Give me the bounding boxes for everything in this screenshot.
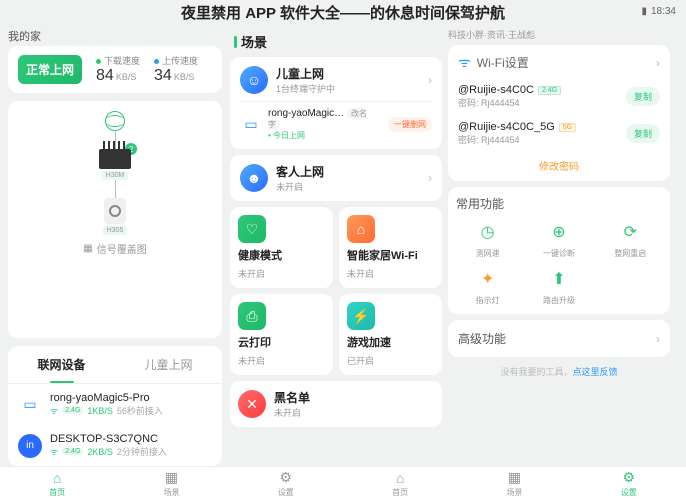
laptop-icon: ▭ [240, 114, 262, 136]
tab-linked-devices[interactable]: 联网设备 [8, 346, 115, 383]
nav-icon: ▦ [508, 469, 521, 486]
bottom-nav: ⌂ 首页 ▦ 场景 ⚙ 设置 ⌂ 首页 ▦ 场景 ⚙ 设置 [0, 466, 686, 500]
device-row[interactable]: in DESKTOP-S3C7QNC ᯤ2.4G2KB/S2分钟前接入 [8, 425, 222, 466]
camera-node[interactable]: H305 [103, 198, 128, 235]
wifi-settings-header[interactable]: ᯤ Wi-Fi设置 › [458, 53, 660, 72]
wifi-icon: ᯤ [50, 404, 58, 417]
upload-speed: 上传速度 34KB/S [154, 54, 198, 85]
nav-icon: ⚙ [280, 469, 293, 486]
section-scene: 场景 [234, 32, 442, 51]
blacklist-card[interactable]: ✕ 黑名单 未开启 [230, 381, 442, 427]
copy-button[interactable]: 复制 [626, 124, 660, 143]
delete-net-button[interactable]: 一键删网 [388, 117, 432, 132]
nav-item[interactable]: ⌂ 首页 [343, 467, 457, 500]
copy-button[interactable]: 复制 [626, 87, 660, 106]
kids-online-card[interactable]: ☺ 儿童上网 1台终端守护中 › ▭ rong-yaoMagic… 改名字 • … [230, 57, 442, 149]
download-speed: 下载速度 84KB/S [96, 54, 140, 85]
nav-item[interactable]: ⌂ 首页 [0, 467, 114, 500]
guest-online-card[interactable]: ☻ 客人上网 未开启 › [230, 155, 442, 201]
tool-icon: ✦ [476, 267, 500, 291]
battery-icon: ▮ [641, 6, 647, 17]
wifi-icon: ᯤ [458, 53, 471, 72]
feature-card[interactable]: ⚡ 游戏加速 已开启 [339, 294, 442, 375]
device-row[interactable]: ▭ rong-yaoMagic5-Pro ᯤ2.4G1KB/S56秒前接入 [8, 384, 222, 425]
tab-kids-online[interactable]: 儿童上网 [115, 346, 222, 383]
page-title: 夜里禁用 APP 软件大全——的休息时间保驾护航 [0, 0, 686, 24]
guest-avatar-icon: ☻ [240, 164, 268, 192]
tool-item[interactable]: ⬆ 路由升级 [527, 267, 590, 306]
status-bar: ▮ 18:34 [641, 6, 676, 17]
tool-item[interactable]: ⊕ 一键诊断 [527, 220, 590, 259]
feature-icon: ⎙ [238, 302, 266, 330]
nav-item[interactable]: ⚙ 设置 [572, 467, 686, 500]
tool-item[interactable]: ⟳ 整网重启 [599, 220, 662, 259]
feedback-link[interactable]: 点这里反馈 [573, 367, 618, 377]
grid-icon: ▦ [83, 243, 92, 254]
feature-icon: ⌂ [347, 215, 375, 243]
net-status-badge: 正常上网 [18, 55, 82, 84]
my-home-label: 我的家 [8, 28, 222, 44]
change-password-link[interactable]: 修改密码 [458, 152, 660, 173]
router-icon [99, 149, 131, 169]
tool-icon: ⟳ [618, 220, 642, 244]
nav-item[interactable]: ▦ 场景 [457, 467, 571, 500]
nav-icon: ⚙ [623, 469, 636, 486]
nav-item[interactable]: ▦ 场景 [114, 467, 228, 500]
chevron-right-icon: › [428, 171, 432, 185]
blacklist-icon: ✕ [238, 390, 266, 418]
laptop-icon: ▭ [18, 393, 42, 417]
sub-header-line: 科技小胖·资讯·王战彪 [448, 28, 670, 41]
nav-icon: ⌂ [396, 470, 404, 486]
intel-icon: in [18, 434, 42, 458]
device-list-card: 联网设备 儿童上网 ▭ rong-yaoMagic5-Pro ᯤ2.4G1KB/… [8, 346, 222, 466]
coverage-link[interactable]: ▦ 信号覆盖图 [83, 241, 146, 256]
chevron-right-icon: › [656, 332, 660, 346]
chevron-right-icon: › [428, 73, 432, 87]
ssid-row: @Ruijie-s4C0C_5G5G 密码: Rj444454 复制 [458, 115, 660, 152]
common-tools-card: 常用功能 ◷ 测网速 ⊕ 一键诊断 ⟳ 整网重启 ✦ 指示灯 ⬆ 路由升级 [448, 187, 670, 314]
tool-icon: ◷ [476, 220, 500, 244]
feature-card[interactable]: ⎙ 云打印 未开启 [230, 294, 333, 375]
nav-icon: ▦ [165, 469, 178, 486]
tool-icon: ⬆ [547, 267, 571, 291]
nav-icon: ⌂ [53, 470, 61, 486]
feature-icon: ♡ [238, 215, 266, 243]
wifi-settings-card: ᯤ Wi-Fi设置 › @Ruijie-s4C0C2.4G 密码: Rj4444… [448, 45, 670, 181]
feature-card[interactable]: ♡ 健康模式 未开启 [230, 207, 333, 288]
feature-card[interactable]: ⌂ 智能家居Wi-Fi 未开启 [339, 207, 442, 288]
globe-icon [105, 111, 125, 131]
router-node[interactable]: 2 H30M [99, 149, 131, 180]
network-status-card: 正常上网 下载速度 84KB/S 上传速度 34KB/S [8, 46, 222, 93]
kid-avatar-icon: ☺ [240, 66, 268, 94]
camera-icon [104, 198, 126, 224]
feature-icon: ⚡ [347, 302, 375, 330]
advanced-features-card[interactable]: 高级功能 › [448, 320, 670, 357]
tool-item[interactable]: ◷ 测网速 [456, 220, 519, 259]
chevron-right-icon: › [656, 56, 660, 70]
tool-icon: ⊕ [547, 220, 571, 244]
wifi-icon: ᯤ [50, 445, 58, 458]
ssid-row: @Ruijie-s4C0C2.4G 密码: Rj444454 复制 [458, 78, 660, 115]
tool-item[interactable]: ✦ 指示灯 [456, 267, 519, 306]
nav-item[interactable]: ⚙ 设置 [229, 467, 343, 500]
status-time: 18:34 [651, 6, 676, 17]
topology-card: 2 H30M H305 ▦ 信号覆盖图 [8, 101, 222, 338]
feedback-text: 没有我要的工具，点这里反馈 [448, 365, 670, 378]
